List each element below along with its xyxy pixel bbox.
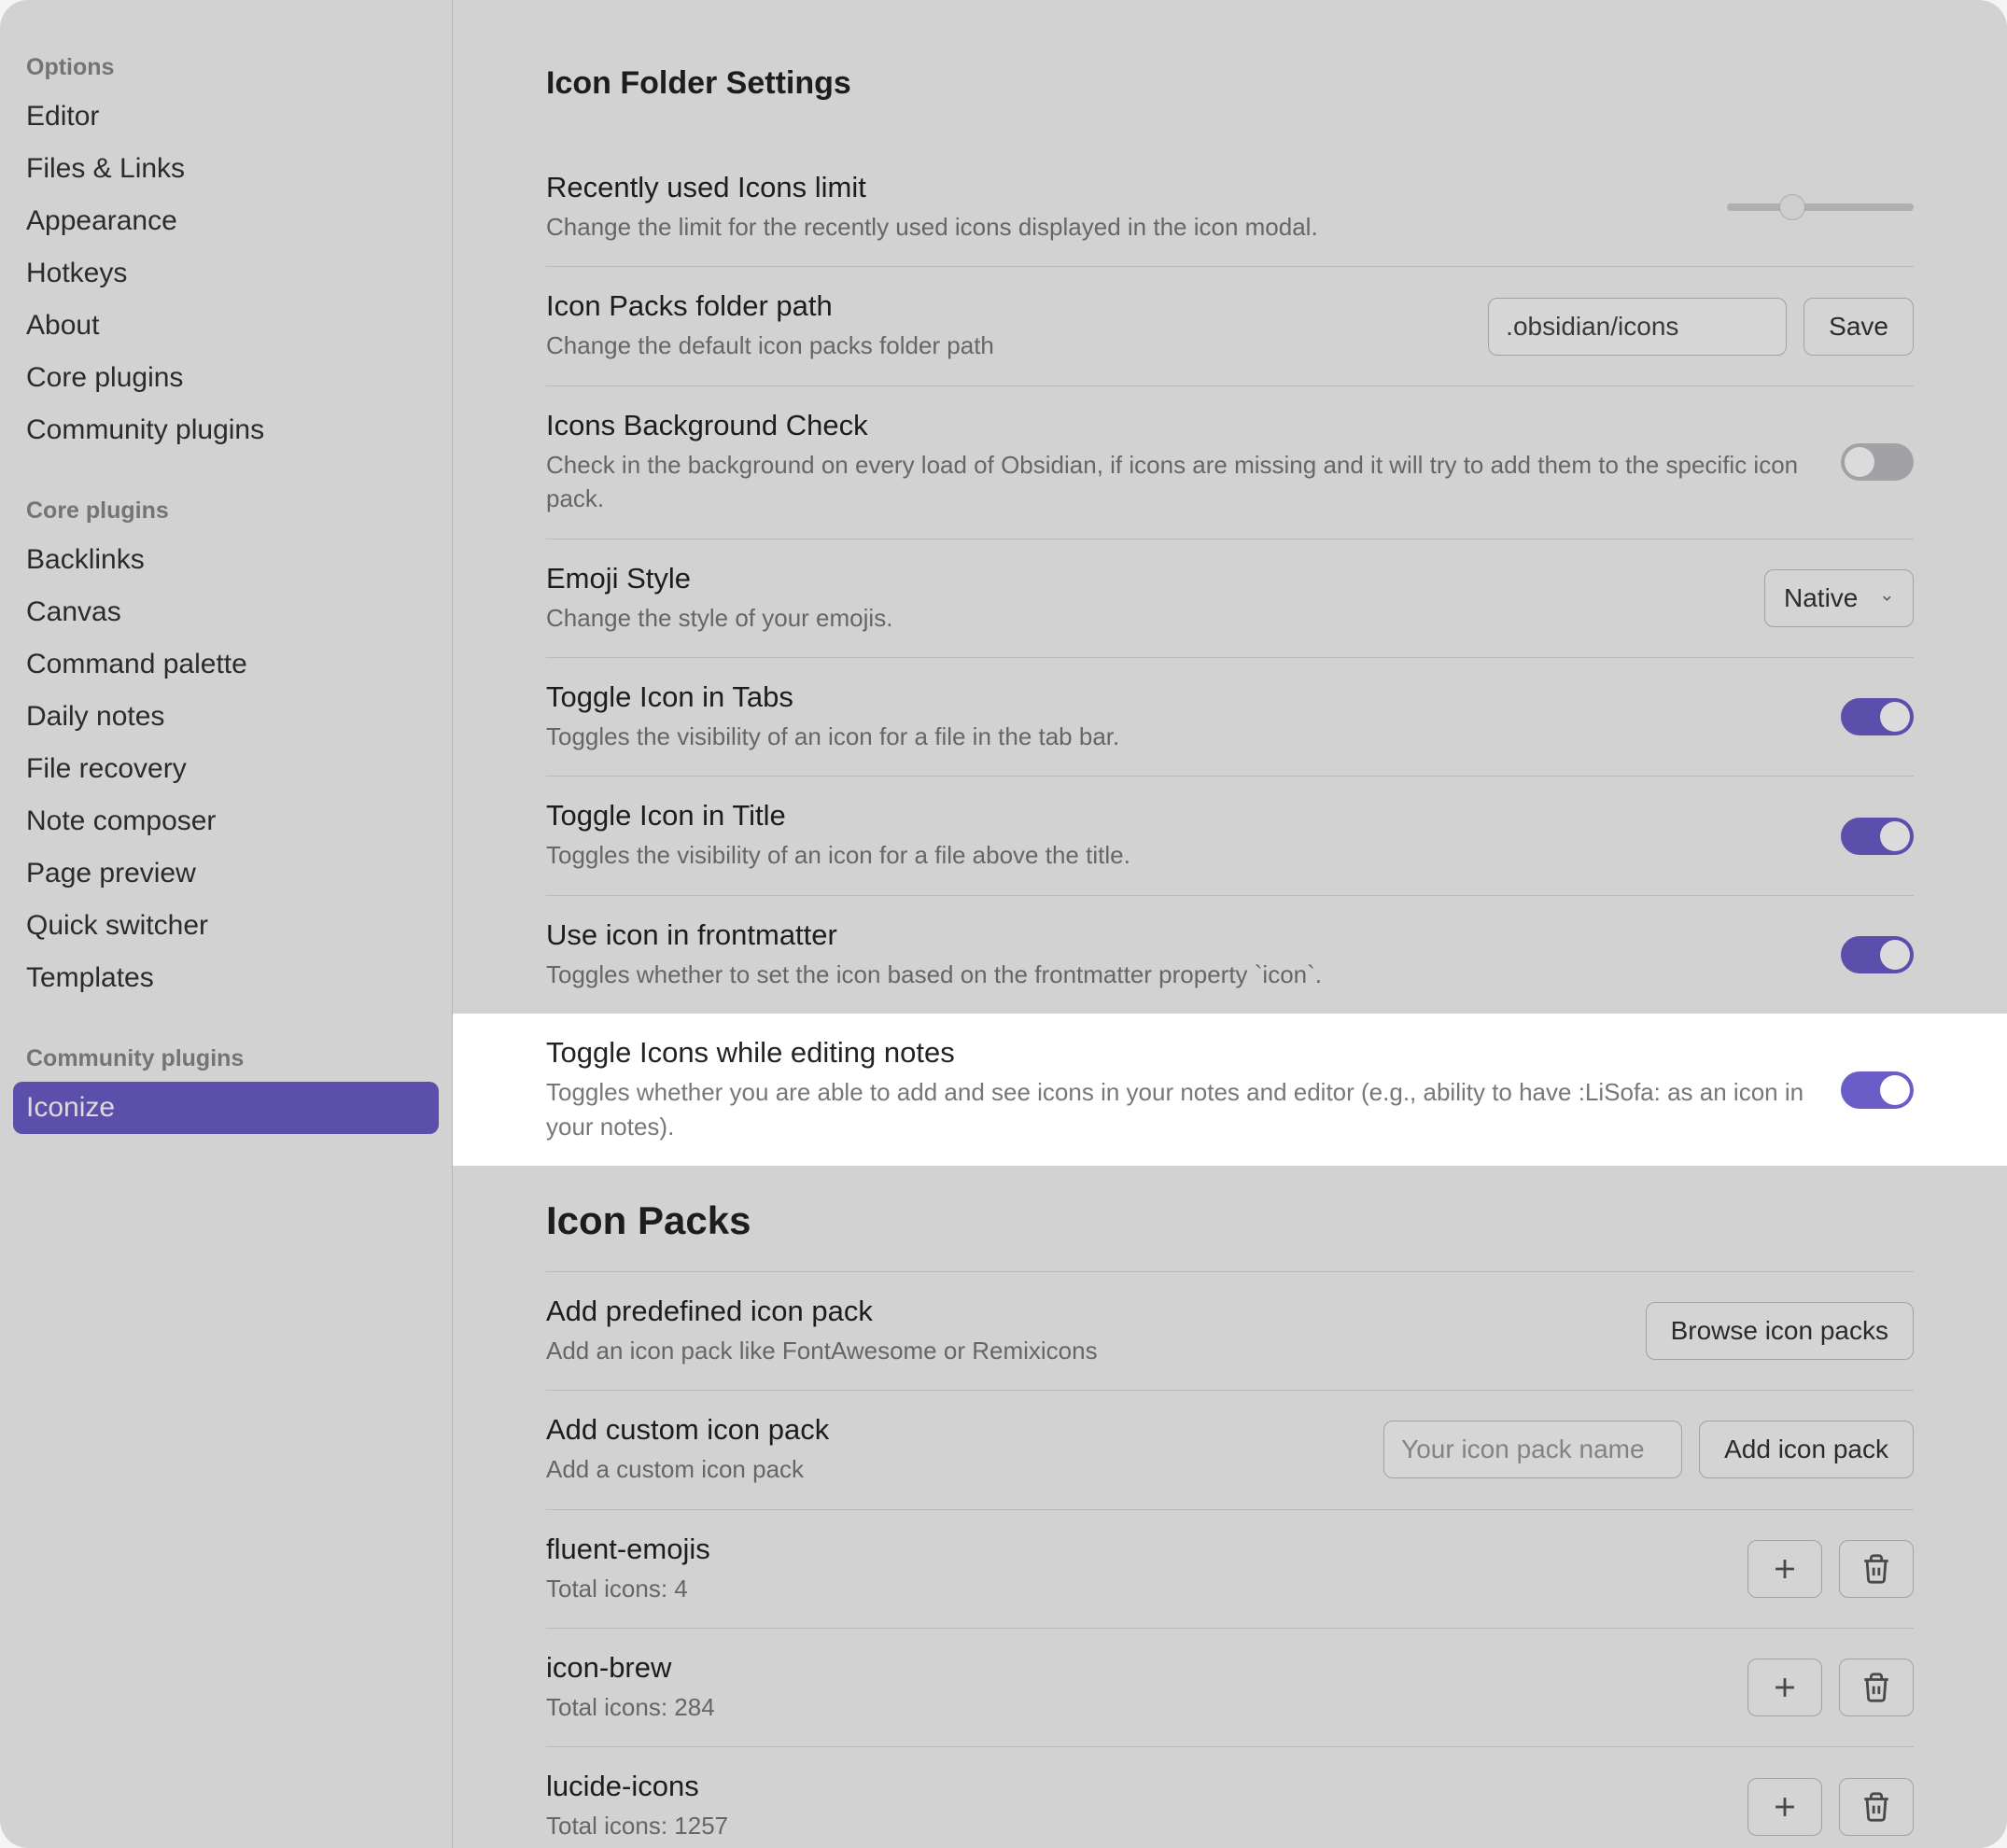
setting-desc: Toggles the visibility of an icon for a …: [546, 720, 1822, 753]
sidebar-item-note-composer[interactable]: Note composer: [13, 795, 439, 847]
sidebar-item-appearance[interactable]: Appearance: [13, 195, 439, 247]
emoji-style-dropdown[interactable]: Native: [1764, 569, 1914, 627]
setting-editing-notes: Toggle Icons while editing notes Toggles…: [453, 1014, 2007, 1166]
background-check-toggle[interactable]: [1841, 443, 1914, 481]
setting-desc: Change the default icon packs folder pat…: [546, 329, 1469, 362]
setting-desc: Toggles whether you are able to add and …: [546, 1075, 1822, 1143]
setting-desc: Toggles the visibility of an icon for a …: [546, 838, 1822, 872]
trash-icon: [1860, 1791, 1892, 1823]
sidebar-item-files-links[interactable]: Files & Links: [13, 143, 439, 195]
sidebar-group-community-plugins: Community plugins: [13, 1029, 439, 1082]
delete-pack-button[interactable]: [1839, 1778, 1914, 1836]
pack-name: fluent-emojis: [546, 1533, 1729, 1566]
setting-desc: Add a custom icon pack: [546, 1452, 1365, 1486]
trash-icon: [1860, 1672, 1892, 1703]
sidebar-item-canvas[interactable]: Canvas: [13, 586, 439, 638]
setting-folder-path: Icon Packs folder path Change the defaul…: [546, 266, 1914, 385]
sidebar-item-command-palette[interactable]: Command palette: [13, 638, 439, 691]
slider-thumb[interactable]: [1779, 194, 1805, 220]
icon-pack-lucide-icons: lucide-icons Total icons: 1257: [546, 1746, 1914, 1848]
editing-notes-toggle[interactable]: [1841, 1071, 1914, 1109]
add-icon-button[interactable]: [1747, 1659, 1822, 1716]
setting-name: Toggle Icon in Title: [546, 799, 1822, 833]
folder-path-input[interactable]: [1488, 298, 1787, 356]
toggle-tabs-toggle[interactable]: [1841, 698, 1914, 735]
sidebar-item-about[interactable]: About: [13, 300, 439, 352]
add-icon-pack-button[interactable]: Add icon pack: [1699, 1421, 1914, 1478]
setting-add-predefined: Add predefined icon pack Add an icon pac…: [546, 1271, 1914, 1390]
icon-pack-icon-brew: icon-brew Total icons: 284: [546, 1628, 1914, 1746]
sidebar-item-quick-switcher[interactable]: Quick switcher: [13, 900, 439, 952]
setting-desc: Toggles whether to set the icon based on…: [546, 958, 1822, 991]
setting-name: Toggle Icon in Tabs: [546, 680, 1822, 714]
pack-desc: Total icons: 284: [546, 1690, 1729, 1724]
settings-content: Icon Folder Settings Recently used Icons…: [453, 0, 2007, 1848]
plus-icon: [1769, 1553, 1801, 1585]
setting-name: Add predefined icon pack: [546, 1295, 1627, 1328]
custom-pack-name-input[interactable]: [1383, 1421, 1682, 1478]
pack-desc: Total icons: 4: [546, 1572, 1729, 1605]
sidebar-item-editor[interactable]: Editor: [13, 91, 439, 143]
delete-pack-button[interactable]: [1839, 1540, 1914, 1598]
add-icon-button[interactable]: [1747, 1540, 1822, 1598]
sidebar-item-iconize[interactable]: Iconize: [13, 1082, 439, 1134]
trash-icon: [1860, 1553, 1892, 1585]
plus-icon: [1769, 1791, 1801, 1823]
chevron-down-icon: [1880, 589, 1894, 608]
pack-name: icon-brew: [546, 1651, 1729, 1685]
frontmatter-toggle[interactable]: [1841, 936, 1914, 973]
pack-name: lucide-icons: [546, 1770, 1729, 1803]
settings-sidebar: Options Editor Files & Links Appearance …: [0, 0, 453, 1848]
setting-add-custom: Add custom icon pack Add a custom icon p…: [546, 1390, 1914, 1508]
setting-toggle-title: Toggle Icon in Title Toggles the visibil…: [546, 776, 1914, 894]
add-icon-button[interactable]: [1747, 1778, 1822, 1836]
setting-recent-limit: Recently used Icons limit Change the lim…: [546, 148, 1914, 266]
setting-toggle-tabs: Toggle Icon in Tabs Toggles the visibili…: [546, 657, 1914, 776]
setting-name: Icon Packs folder path: [546, 289, 1469, 323]
save-button[interactable]: Save: [1803, 298, 1914, 356]
sidebar-item-hotkeys[interactable]: Hotkeys: [13, 247, 439, 300]
sidebar-group-core-plugins: Core plugins: [13, 481, 439, 534]
icon-pack-fluent-emojis: fluent-emojis Total icons: 4: [546, 1509, 1914, 1628]
sidebar-item-core-plugins[interactable]: Core plugins: [13, 352, 439, 404]
sidebar-item-backlinks[interactable]: Backlinks: [13, 534, 439, 586]
setting-desc: Check in the background on every load of…: [546, 448, 1822, 516]
setting-desc: Add an icon pack like FontAwesome or Rem…: [546, 1334, 1627, 1367]
plus-icon: [1769, 1672, 1801, 1703]
setting-name: Recently used Icons limit: [546, 171, 1708, 204]
setting-desc: Change the limit for the recently used i…: [546, 210, 1708, 244]
setting-name: Toggle Icons while editing notes: [546, 1036, 1822, 1070]
sidebar-item-page-preview[interactable]: Page preview: [13, 847, 439, 900]
setting-name: Emoji Style: [546, 562, 1746, 595]
setting-background-check: Icons Background Check Check in the back…: [546, 385, 1914, 539]
sidebar-item-file-recovery[interactable]: File recovery: [13, 743, 439, 795]
sidebar-item-daily-notes[interactable]: Daily notes: [13, 691, 439, 743]
sidebar-item-community-plugins[interactable]: Community plugins: [13, 404, 439, 456]
section-title-icon-folder: Icon Folder Settings: [546, 65, 1914, 102]
dropdown-value: Native: [1784, 583, 1858, 613]
setting-name: Use icon in frontmatter: [546, 918, 1822, 952]
toggle-title-toggle[interactable]: [1841, 818, 1914, 855]
setting-frontmatter: Use icon in frontmatter Toggles whether …: [546, 895, 1914, 1014]
setting-emoji-style: Emoji Style Change the style of your emo…: [546, 539, 1914, 657]
pack-desc: Total icons: 1257: [546, 1809, 1729, 1842]
sidebar-group-options: Options: [13, 37, 439, 91]
setting-name: Add custom icon pack: [546, 1413, 1365, 1447]
recent-limit-slider[interactable]: [1727, 203, 1914, 211]
sidebar-item-templates[interactable]: Templates: [13, 952, 439, 1004]
setting-name: Icons Background Check: [546, 409, 1822, 442]
section-title-icon-packs: Icon Packs: [546, 1198, 1914, 1243]
setting-desc: Change the style of your emojis.: [546, 601, 1746, 635]
delete-pack-button[interactable]: [1839, 1659, 1914, 1716]
settings-window: Options Editor Files & Links Appearance …: [0, 0, 2007, 1848]
browse-icon-packs-button[interactable]: Browse icon packs: [1646, 1302, 1914, 1360]
